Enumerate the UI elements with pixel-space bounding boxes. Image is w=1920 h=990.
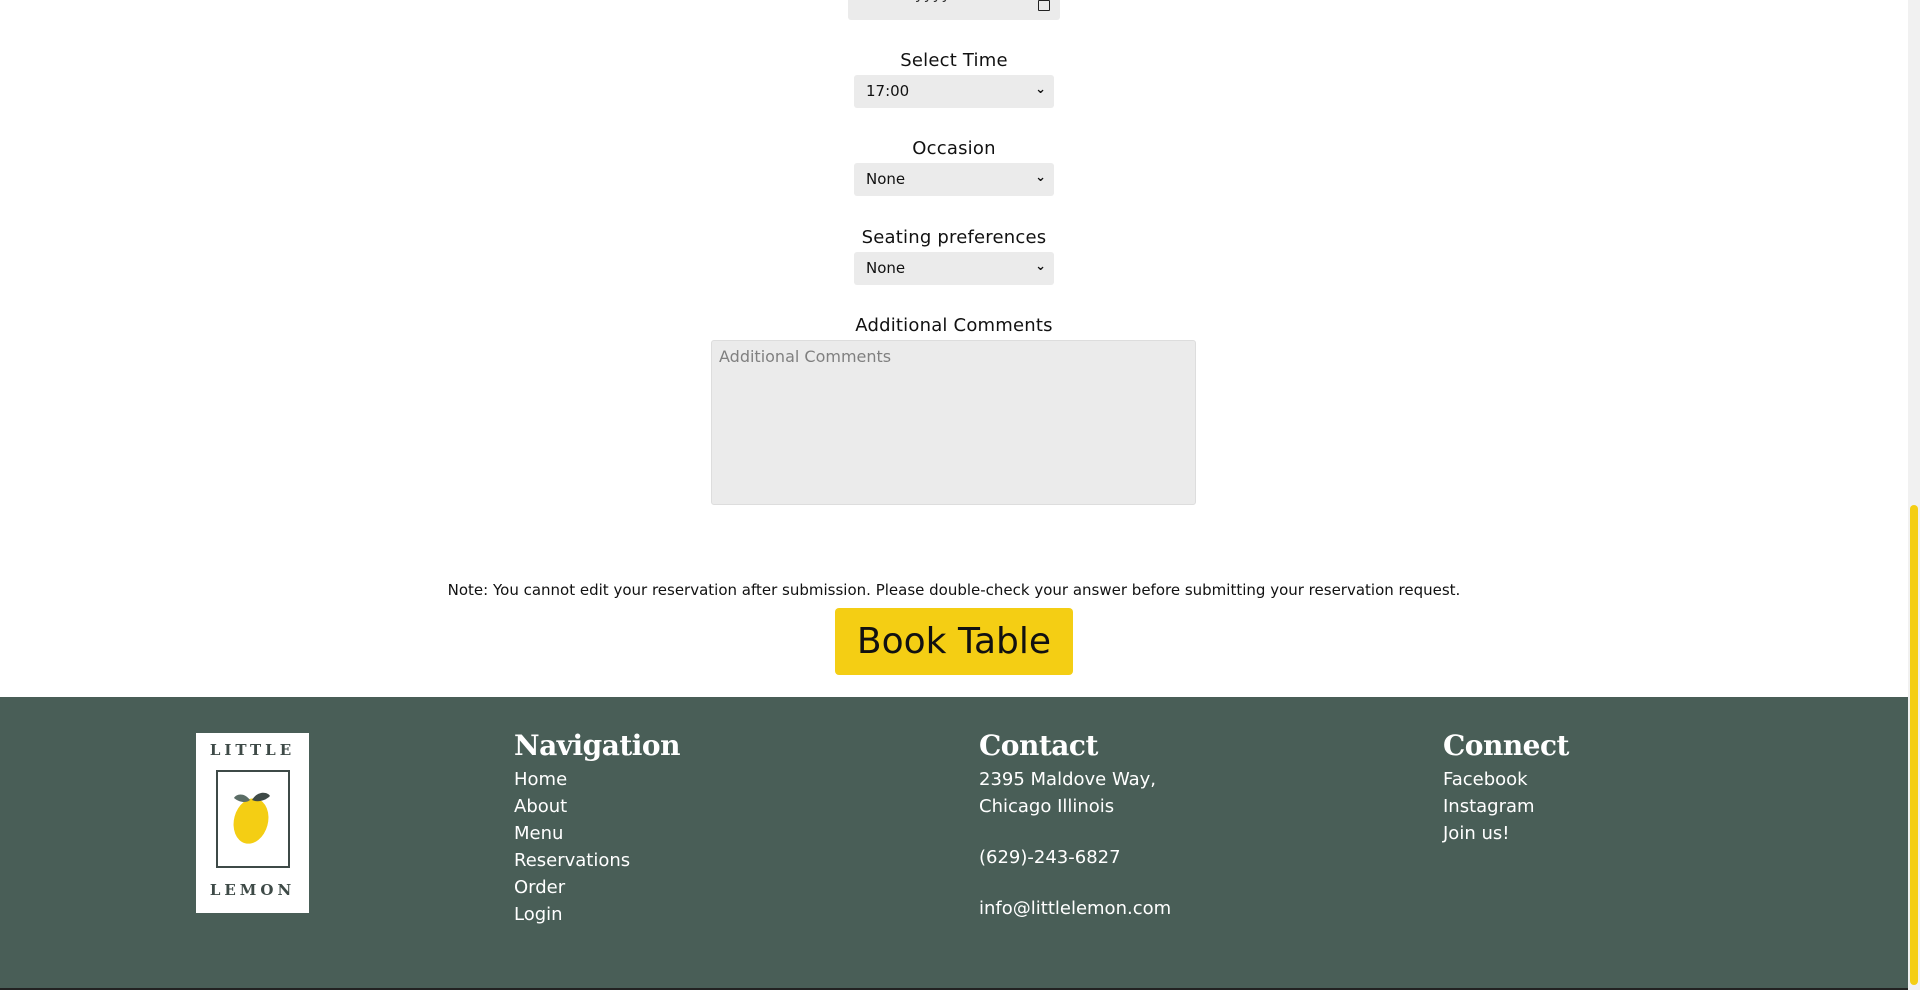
navigation-heading: Navigation: [514, 729, 680, 762]
occasion-select[interactable]: None ⌄: [854, 163, 1054, 196]
footer-logo[interactable]: LITTLE LEMON: [196, 733, 309, 913]
footer-navigation: Navigation Home About Menu Reservations …: [514, 729, 680, 928]
date-input[interactable]: dd-mm-yyyy: [848, 0, 1060, 20]
comments-label: Additional Comments: [855, 315, 1053, 336]
contact-address-line2: Chicago Illinois: [979, 796, 1115, 817]
chevron-down-icon: ⌄: [1035, 170, 1046, 185]
time-select[interactable]: 17:00 ⌄: [854, 75, 1054, 108]
nav-link-order[interactable]: Order: [514, 874, 680, 901]
page: dd-mm-yyyy Select Time 17:00 ⌄ Occasion …: [0, 0, 1908, 990]
occasion-field: Occasion: [0, 138, 1908, 159]
contact-heading: Contact: [979, 729, 1098, 762]
time-label: Select Time: [900, 50, 1008, 71]
logo-text-top: LITTLE: [209, 741, 296, 759]
connect-link-join[interactable]: Join us!: [1443, 820, 1569, 847]
time-select-value: 17:00: [866, 82, 910, 100]
seating-select-value: None: [866, 259, 906, 277]
nav-link-menu[interactable]: Menu: [514, 820, 680, 847]
nav-link-about[interactable]: About: [514, 793, 680, 820]
reservation-form: dd-mm-yyyy Select Time 17:00 ⌄ Occasion …: [0, 0, 1908, 697]
contact-address-line1: 2395 Maldove Way,: [979, 769, 1157, 790]
seating-label: Seating preferences: [861, 227, 1047, 248]
seating-select[interactable]: None ⌄: [854, 252, 1054, 285]
scrollbar-thumb[interactable]: [1910, 505, 1918, 985]
connect-link-instagram[interactable]: Instagram: [1443, 793, 1569, 820]
chevron-down-icon: ⌄: [1035, 259, 1046, 274]
book-table-button[interactable]: Book Table: [835, 608, 1073, 675]
footer: LITTLE LEMON Navigation Home About Menu …: [0, 697, 1908, 990]
nav-link-login[interactable]: Login: [514, 901, 680, 928]
nav-link-home[interactable]: Home: [514, 766, 680, 793]
footer-contact: Contact 2395 Maldove Way, Chicago Illino…: [979, 729, 1171, 922]
logo-text-bottom: LEMON: [209, 881, 296, 899]
connect-link-facebook[interactable]: Facebook: [1443, 766, 1569, 793]
comments-field: Additional Comments: [0, 315, 1908, 336]
scrollbar[interactable]: [1908, 0, 1920, 990]
seating-field: Seating preferences: [0, 227, 1908, 248]
comments-textarea[interactable]: Additional Comments: [711, 340, 1196, 505]
comments-placeholder: Additional Comments: [719, 347, 892, 366]
submission-note: Note: You cannot edit your reservation a…: [447, 581, 1461, 599]
occasion-label: Occasion: [912, 138, 996, 159]
footer-connect: Connect Facebook Instagram Join us!: [1443, 729, 1569, 847]
contact-phone[interactable]: (629)-243-6827: [979, 844, 1171, 871]
occasion-select-value: None: [866, 170, 906, 188]
calendar-icon[interactable]: [1038, 0, 1050, 11]
lemon-icon: [233, 792, 270, 844]
chevron-down-icon: ⌄: [1035, 82, 1046, 97]
navigation-list: Home About Menu Reservations Order Login: [514, 766, 680, 928]
nav-link-reservations[interactable]: Reservations: [514, 847, 680, 874]
time-field: Select Time: [0, 50, 1908, 71]
connect-heading: Connect: [1443, 729, 1569, 762]
connect-list: Facebook Instagram Join us!: [1443, 766, 1569, 847]
date-input-value: dd-mm-yyyy: [856, 0, 950, 3]
contact-email[interactable]: info@littlelemon.com: [979, 895, 1171, 922]
